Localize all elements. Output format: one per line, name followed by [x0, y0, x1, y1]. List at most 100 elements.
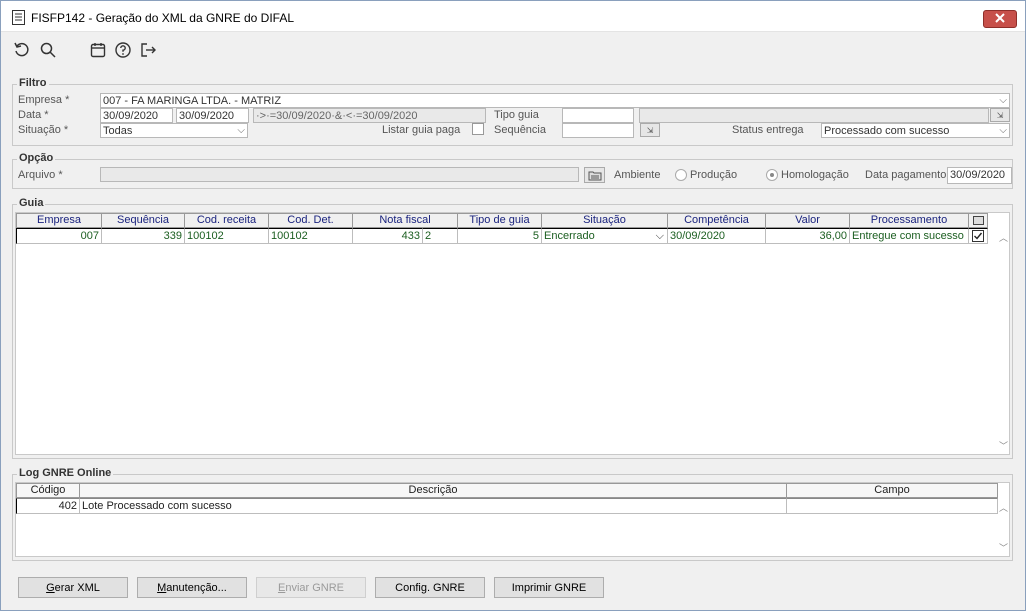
listar-guia-paga-label: Listar guia paga — [382, 124, 461, 136]
cell-competencia[interactable]: 30/09/2020 — [668, 228, 766, 244]
ambiente-label: Ambiente — [614, 169, 661, 181]
data-to-input[interactable]: 30/09/2020 — [176, 108, 249, 123]
cell-processamento[interactable]: Entregue com sucesso — [850, 228, 969, 244]
col-situacao[interactable]: Situação — [542, 213, 668, 228]
imprimir-gnre-label: Imprimir GNRE — [511, 581, 587, 594]
chevron-down-icon: ⌵ — [999, 95, 1007, 106]
cell-codigo[interactable]: 402 — [16, 498, 80, 514]
refresh-button[interactable] — [12, 40, 32, 60]
empresa-value: 007 - FA MARINGA LTDA. - MATRIZ — [103, 95, 282, 107]
scroll-down-icon[interactable]: ﹀ — [999, 439, 1008, 452]
col-nota-fiscal[interactable]: Nota fiscal — [353, 213, 458, 228]
producao-label: Produção — [690, 169, 738, 181]
scroll-up-icon[interactable]: ︿ — [999, 501, 1008, 514]
search-button[interactable] — [38, 40, 58, 60]
lookup-icon: ⇲ — [996, 110, 1004, 120]
col-empresa[interactable]: Empresa — [16, 213, 102, 228]
browse-file-button[interactable] — [584, 167, 605, 183]
situacao-select[interactable]: Todas ⌵ — [100, 123, 248, 138]
cell-campo[interactable] — [787, 498, 998, 514]
homologacao-radio[interactable] — [766, 169, 778, 181]
col-processamento[interactable]: Processamento — [850, 213, 969, 228]
col-cod-det[interactable]: Cod. Det. — [269, 213, 353, 228]
lookup-icon: ⇲ — [646, 125, 654, 135]
cell-nota-fiscal[interactable]: 433 — [353, 228, 423, 244]
enviar-gnre-button[interactable]: Enviar GNRE — [256, 577, 366, 598]
col-campo[interactable]: Campo — [787, 483, 998, 498]
situacao-label: Situação * — [18, 124, 69, 136]
situacao-cell-value: Encerrado — [544, 230, 595, 242]
homologacao-label: Homologação — [781, 169, 849, 181]
calendar-button[interactable] — [88, 40, 108, 60]
title-bar: FISFP142 - Geração do XML da GNRE do DIF… — [1, 1, 1025, 32]
cell-situacao[interactable]: Encerrado ⌵ — [542, 228, 668, 244]
col-sequencia[interactable]: Sequência — [102, 213, 185, 228]
data-from-input[interactable]: 30/09/2020 — [100, 108, 173, 123]
manutencao-button[interactable]: Manutenção... — [137, 577, 247, 598]
data-expression: ·>·=30/09/2020·&·<·=30/09/2020 — [253, 108, 486, 123]
data-pagamento-input[interactable]: 30/09/2020 — [947, 167, 1012, 184]
cell-cod-det[interactable]: 100102 — [269, 228, 353, 244]
close-button[interactable] — [983, 10, 1017, 28]
sequencia-input[interactable] — [562, 123, 634, 138]
sequencia-label: Sequência — [494, 124, 546, 136]
col-select-all[interactable] — [969, 213, 988, 228]
col-tipo-guia[interactable]: Tipo de guia — [458, 213, 542, 228]
tipo-guia-label: Tipo guia — [494, 109, 539, 121]
col-cod-receita[interactable]: Cod. receita — [185, 213, 269, 228]
help-button[interactable] — [113, 40, 133, 60]
imprimir-gnre-button[interactable]: Imprimir GNRE — [494, 577, 604, 598]
help-icon — [115, 42, 131, 58]
enviar-gnre-accel: E — [277, 581, 286, 594]
folder-icon — [588, 171, 601, 180]
col-valor[interactable]: Valor — [766, 213, 850, 228]
main-window: FISFP142 - Geração do XML da GNRE do DIF… — [0, 0, 1026, 611]
col-descricao[interactable]: Descrição — [80, 483, 787, 498]
producao-radio[interactable] — [675, 169, 687, 181]
chevron-down-icon: ⌵ — [655, 230, 664, 242]
tipo-guia-lookup-button[interactable]: ⇲ — [990, 108, 1010, 122]
gerar-xml-button[interactable]: Gerar XML — [18, 577, 128, 598]
guia-grid-header: Empresa Sequência Cod. receita Cod. Det.… — [16, 213, 988, 228]
col-codigo[interactable]: Código — [16, 483, 80, 498]
arquivo-input[interactable] — [100, 167, 579, 182]
config-gnre-button[interactable]: Config. GNRE — [375, 577, 485, 598]
cell-descricao[interactable]: Lote Processado com sucesso — [80, 498, 787, 514]
col-competencia[interactable]: Competência — [668, 213, 766, 228]
search-icon — [40, 42, 56, 58]
toolbar — [1, 33, 1025, 69]
scroll-down-icon[interactable]: ﹀ — [999, 541, 1008, 554]
table-row[interactable]: 007 339 100102 100102 433 2 5 Encerrado … — [16, 228, 988, 244]
cell-nota-serie[interactable]: 2 — [423, 228, 458, 244]
table-row[interactable]: 402 Lote Processado com sucesso — [16, 498, 998, 514]
manutencao-label: anutenção... — [166, 581, 227, 594]
listar-guia-paga-checkbox[interactable] — [472, 123, 484, 135]
exit-icon — [141, 43, 156, 57]
checkbox-header-icon — [972, 216, 984, 225]
status-entrega-value: Processado com sucesso — [824, 125, 950, 137]
chevron-down-icon: ⌵ — [999, 125, 1007, 136]
empresa-label: Empresa * — [18, 94, 70, 106]
cell-sequencia[interactable]: 339 — [102, 228, 185, 244]
guia-legend: Guia — [17, 197, 46, 209]
cell-cod-receita[interactable]: 100102 — [185, 228, 269, 244]
cell-valor[interactable]: 36,00 — [766, 228, 850, 244]
log-legend: Log GNRE Online — [17, 467, 114, 479]
status-entrega-select[interactable]: Processado com sucesso ⌵ — [821, 123, 1010, 138]
scroll-up-icon[interactable]: ︿ — [999, 231, 1008, 244]
cell-tipo-guia[interactable]: 5 — [458, 228, 542, 244]
data-pagamento-label: Data pagamento — [865, 169, 947, 181]
exit-button[interactable] — [138, 40, 158, 60]
window-title: FISFP142 - Geração do XML da GNRE do DIF… — [31, 11, 295, 25]
calendar-icon — [90, 43, 106, 58]
cell-empresa[interactable]: 007 — [16, 228, 102, 244]
opcao-legend: Opção — [17, 152, 56, 164]
guia-grid: Empresa Sequência Cod. receita Cod. Det.… — [15, 212, 1010, 455]
empresa-select[interactable]: 007 - FA MARINGA LTDA. - MATRIZ ⌵ — [100, 93, 1010, 108]
tipo-guia-input[interactable] — [562, 108, 634, 123]
log-grid: Código Descrição Campo 402 Lote Processa… — [15, 482, 1010, 557]
config-gnre-label: Config. GNRE — [395, 581, 465, 594]
data-label: Data * — [18, 109, 49, 121]
cell-select[interactable] — [969, 228, 988, 244]
sequencia-lookup-button[interactable]: ⇲ — [640, 123, 660, 137]
